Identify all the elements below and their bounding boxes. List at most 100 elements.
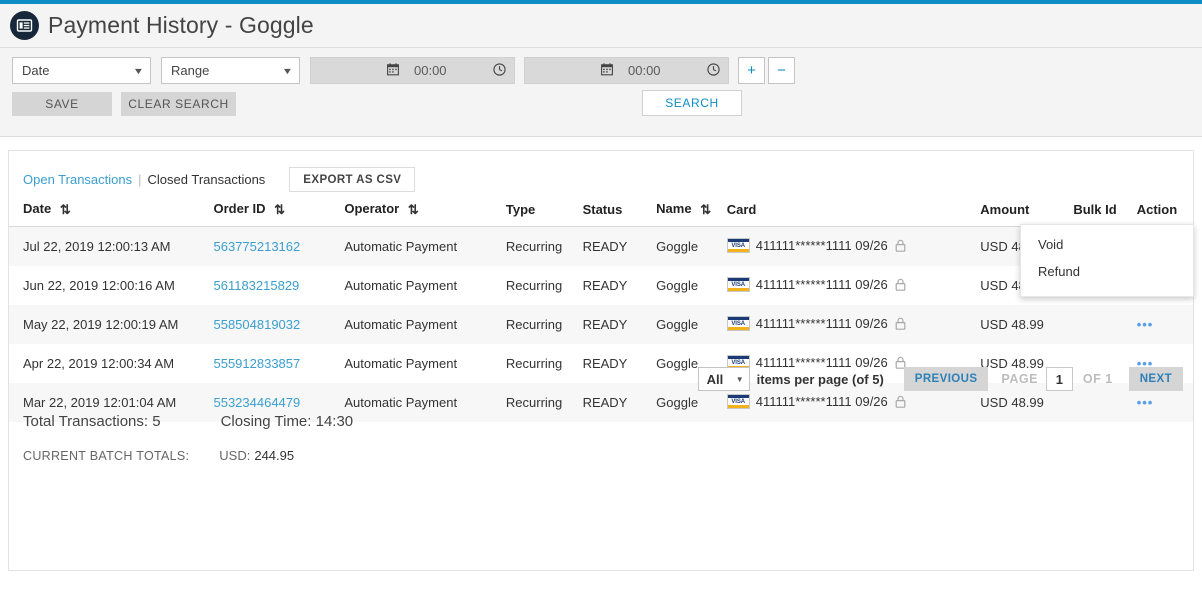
- column-header-date[interactable]: Date ⇅: [9, 195, 213, 227]
- tab-separator: |: [138, 172, 141, 187]
- search-actions-row: SAVE CLEAR SEARCH SEARCH: [12, 92, 1190, 116]
- cell-name: Goggle: [656, 227, 727, 267]
- sort-icon[interactable]: ⇅: [274, 202, 285, 218]
- column-header-status: Status: [583, 195, 657, 227]
- visa-card-icon: VISA: [727, 238, 750, 253]
- action-menu-item-void[interactable]: Void: [1021, 231, 1193, 258]
- card-number: 411111******1111 09/26: [756, 394, 888, 409]
- cell-name: Goggle: [656, 266, 727, 305]
- row-action-menu-button[interactable]: •••: [1137, 395, 1154, 410]
- column-label: Bulk Id: [1073, 202, 1116, 217]
- items-per-page-select[interactable]: All ▼: [698, 367, 750, 391]
- column-header-name[interactable]: Name ⇅: [656, 195, 727, 227]
- column-header-action: Action: [1137, 195, 1193, 227]
- add-filter-button[interactable]: +: [738, 57, 765, 84]
- cell-order-id: 561183215829: [213, 266, 344, 305]
- tab-open-transactions[interactable]: Open Transactions: [23, 172, 132, 187]
- items-per-page-value: All: [707, 372, 724, 387]
- remove-filter-button[interactable]: −: [768, 57, 795, 84]
- time-to-input[interactable]: 00:00: [619, 57, 729, 84]
- tabs-row: Open Transactions | Closed Transactions …: [9, 151, 1193, 195]
- cell-amount: USD 48.99: [980, 305, 1073, 344]
- page-number-input[interactable]: 1: [1046, 367, 1073, 391]
- batch-currency-label: USD:: [219, 448, 250, 463]
- cell-type: Recurring: [506, 266, 583, 305]
- cell-status: READY: [583, 227, 657, 267]
- export-as-csv-button[interactable]: EXPORT AS CSV: [289, 167, 415, 192]
- chevron-down-icon: ▼: [282, 66, 294, 76]
- sort-icon[interactable]: ⇅: [408, 202, 419, 218]
- cell-card: VISA 411111******1111 09/26: [727, 227, 981, 267]
- cell-status: READY: [583, 266, 657, 305]
- next-page-button[interactable]: NEXT: [1129, 367, 1183, 391]
- table-row: Jul 22, 2019 12:00:13 AM 563775213162 Au…: [9, 227, 1193, 267]
- cell-status: READY: [583, 305, 657, 344]
- batch-total-value: 244.95: [254, 448, 294, 463]
- page-label: PAGE: [1001, 372, 1038, 386]
- time-to-value: 00:00: [628, 63, 661, 78]
- transactions-card: Open Transactions | Closed Transactions …: [8, 150, 1194, 571]
- batch-totals-label: CURRENT BATCH TOTALS:: [23, 449, 189, 463]
- clear-search-button[interactable]: CLEAR SEARCH: [121, 92, 236, 116]
- search-button[interactable]: SEARCH: [642, 90, 742, 116]
- cell-bulk-id: [1073, 305, 1136, 344]
- lock-icon: [895, 395, 906, 411]
- cell-date: Jun 22, 2019 12:00:16 AM: [9, 266, 213, 305]
- order-id-link[interactable]: 553234464479: [213, 395, 300, 410]
- chevron-down-icon: ▼: [736, 375, 744, 384]
- cell-action: •••: [1137, 305, 1193, 344]
- time-from-value: 00:00: [414, 63, 447, 78]
- table-row: May 22, 2019 12:00:19 AM 558504819032 Au…: [9, 305, 1193, 344]
- action-menu-item-refund[interactable]: Refund: [1021, 258, 1193, 285]
- column-header-card: Card: [727, 195, 981, 227]
- cell-type: Recurring: [506, 305, 583, 344]
- payment-history-page: Payment History - Goggle Date ▼ Range ▼: [0, 0, 1202, 589]
- clock-icon: [707, 63, 720, 79]
- order-id-link[interactable]: 563775213162: [213, 239, 300, 254]
- column-header-order-id[interactable]: Order ID ⇅: [213, 195, 344, 227]
- cell-date: May 22, 2019 12:00:19 AM: [9, 305, 213, 344]
- cell-name: Goggle: [656, 305, 727, 344]
- lock-icon: [895, 278, 906, 294]
- card-number: 411111******1111 09/26: [756, 316, 888, 331]
- page-header: Payment History - Goggle: [0, 4, 1202, 48]
- totals-section: Total Transactions: 5 Closing Time: 14:3…: [9, 413, 1193, 463]
- row-action-menu-button[interactable]: •••: [1137, 317, 1154, 332]
- field-select[interactable]: Date ▼: [12, 57, 151, 84]
- column-header-operator[interactable]: Operator ⇅: [344, 195, 506, 227]
- column-label: Type: [506, 202, 535, 217]
- column-label: Date: [23, 201, 51, 216]
- lock-icon: [895, 239, 906, 255]
- totals-row-batch: CURRENT BATCH TOTALS: USD: 244.95: [23, 448, 1193, 463]
- visa-label: VISA: [728, 359, 749, 366]
- cell-card: VISA 411111******1111 09/26: [727, 266, 981, 305]
- order-id-link[interactable]: 561183215829: [213, 278, 299, 293]
- column-label: Amount: [980, 202, 1029, 217]
- column-label: Name: [656, 201, 691, 216]
- closing-time-label: Closing Time: 14:30: [221, 413, 354, 430]
- sort-icon[interactable]: ⇅: [700, 202, 711, 218]
- visa-label: VISA: [728, 320, 749, 327]
- date-to-input[interactable]: [524, 57, 619, 84]
- tab-closed-transactions[interactable]: Closed Transactions: [148, 172, 266, 187]
- range-select[interactable]: Range ▼: [161, 57, 300, 84]
- chevron-down-icon: ▼: [133, 66, 145, 76]
- clock-icon: [493, 63, 506, 79]
- visa-card-icon: VISA: [727, 316, 750, 331]
- save-button[interactable]: SAVE: [12, 92, 112, 116]
- column-label: Operator: [344, 201, 399, 216]
- total-transactions-label: Total Transactions: 5: [23, 413, 161, 430]
- cell-order-id: 558504819032: [213, 305, 344, 344]
- order-id-link[interactable]: 558504819032: [213, 317, 300, 332]
- column-label: Card: [727, 202, 757, 217]
- column-label: Order ID: [213, 201, 265, 216]
- date-from-input[interactable]: [310, 57, 405, 84]
- filter-row: Date ▼ Range ▼: [12, 57, 1190, 84]
- cell-type: Recurring: [506, 227, 583, 267]
- table-body: Jul 22, 2019 12:00:13 AM 563775213162 Au…: [9, 227, 1193, 423]
- sort-icon[interactable]: ⇅: [60, 202, 71, 218]
- time-from-input[interactable]: 00:00: [405, 57, 515, 84]
- totals-row-primary: Total Transactions: 5 Closing Time: 14:3…: [23, 413, 1193, 430]
- previous-page-button[interactable]: PREVIOUS: [904, 367, 989, 391]
- lock-icon: [895, 317, 906, 333]
